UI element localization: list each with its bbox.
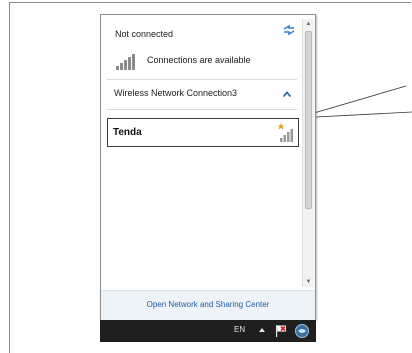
- taskbar: EN: [100, 320, 316, 342]
- network-name: Tenda: [113, 127, 142, 138]
- scroll-thumb[interactable]: [305, 31, 312, 209]
- scroll-down-arrow[interactable]: ▼: [303, 277, 314, 287]
- signal-bars-icon: [116, 54, 135, 70]
- wireless-section-label: Wireless Network Connection3: [114, 88, 238, 98]
- language-indicator[interactable]: EN: [234, 325, 245, 334]
- action-center-flag-icon[interactable]: [275, 324, 287, 337]
- connection-status-title: Not connected: [115, 29, 174, 39]
- network-flyout: Not connected Connections are available …: [100, 14, 316, 320]
- divider: [107, 109, 297, 110]
- divider: [107, 79, 297, 80]
- network-sharing-center-link[interactable]: Open Network and Sharing Center: [101, 300, 315, 309]
- wireless-section-header[interactable]: Wireless Network Connection3: [107, 83, 297, 105]
- network-tray-icon[interactable]: [294, 323, 310, 339]
- flyout-footer: Open Network and Sharing Center: [101, 290, 315, 320]
- chevron-up-icon[interactable]: [283, 91, 291, 97]
- network-list-item[interactable]: Tenda: [107, 118, 299, 147]
- scrollbar[interactable]: ▲ ▼: [302, 19, 314, 287]
- show-hidden-icons-icon[interactable]: [258, 326, 266, 334]
- scroll-up-arrow[interactable]: ▲: [303, 19, 314, 29]
- refresh-icon[interactable]: [282, 24, 296, 36]
- connections-available-text: Connections are available: [147, 55, 251, 65]
- wifi-signal-icon: [277, 123, 293, 142]
